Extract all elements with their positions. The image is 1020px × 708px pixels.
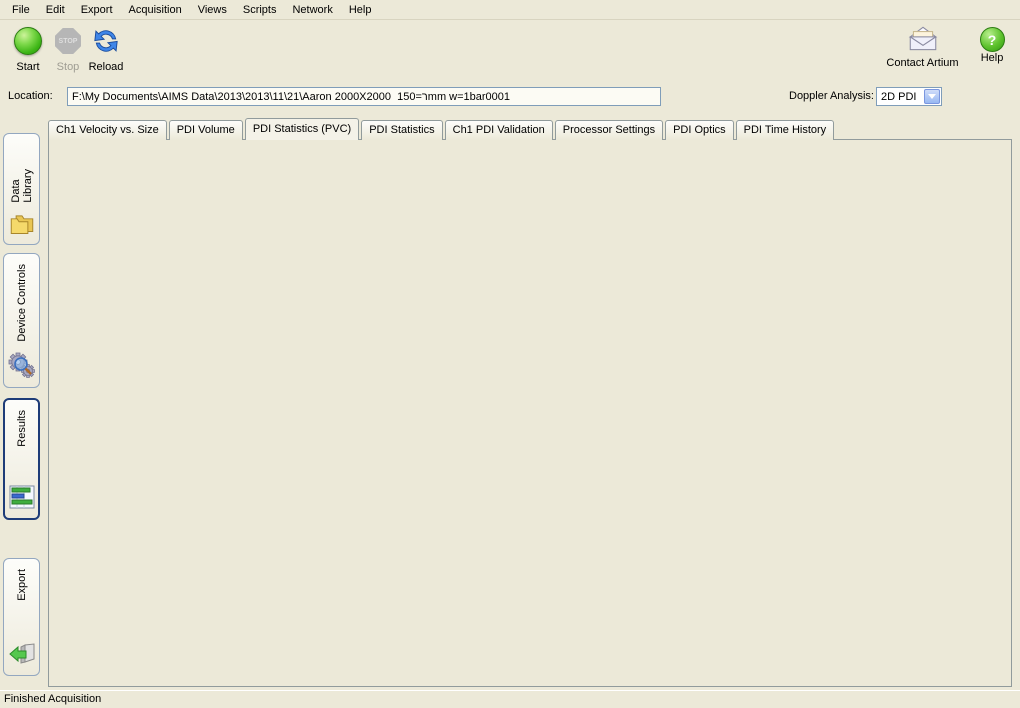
reload-icon <box>91 26 121 56</box>
status-text: Finished Acquisition <box>4 693 101 705</box>
contact-artium-label: Contact Artium <box>880 57 965 69</box>
tab-pdi-volume[interactable]: PDI Volume <box>169 120 243 140</box>
menu-item-views[interactable]: Views <box>190 1 235 19</box>
doppler-analysis-value: 2D PDI <box>877 91 923 103</box>
menu-item-acquisition[interactable]: Acquisition <box>121 1 190 19</box>
gear-magnifier-icon <box>8 351 36 379</box>
tab-pdi-statistics[interactable]: PDI Statistics <box>361 120 442 140</box>
location-bar: Location: Doppler Analysis: 2D PDI <box>0 84 1020 110</box>
help-button[interactable]: ? Help <box>972 24 1012 64</box>
sidebar-item-export[interactable]: Export <box>3 558 40 676</box>
doppler-analysis-label: Doppler Analysis: <box>789 90 874 102</box>
menu-item-export[interactable]: Export <box>73 1 121 19</box>
location-label: Location: <box>8 90 53 102</box>
location-input[interactable] <box>67 87 661 106</box>
sidebar-item-results[interactable]: Results <box>3 398 40 520</box>
help-icon: ? <box>980 27 1005 52</box>
menu-bar: FileEditExportAcquisitionViewsScriptsNet… <box>0 0 1020 20</box>
menu-item-network[interactable]: Network <box>284 1 340 19</box>
sidebar-item-device-controls[interactable]: Device Controls <box>3 253 40 388</box>
tab-ch1-pdi-validation[interactable]: Ch1 PDI Validation <box>445 120 553 140</box>
folder-icon <box>8 211 36 236</box>
toolbar: Start STOP Stop Reload Contact Artium ? … <box>0 20 1020 82</box>
export-arrow-icon <box>8 641 36 667</box>
envelope-icon <box>906 24 940 54</box>
reload-button[interactable]: Reload <box>78 24 134 73</box>
sidebar-item-data-library[interactable]: Data Library <box>3 133 40 245</box>
help-label: Help <box>972 52 1012 64</box>
menu-item-file[interactable]: File <box>4 1 38 19</box>
doppler-analysis-select[interactable]: 2D PDI <box>876 87 942 106</box>
tab-processor-settings[interactable]: Processor Settings <box>555 120 663 140</box>
contact-artium-button[interactable]: Contact Artium <box>880 24 965 69</box>
tab-page <box>48 139 1012 687</box>
results-chart-icon <box>8 484 36 510</box>
tab-pdi-time-history[interactable]: PDI Time History <box>736 120 835 140</box>
reload-label: Reload <box>78 61 134 73</box>
tab-strip: Ch1 Velocity vs. SizePDI VolumePDI Stati… <box>48 118 836 140</box>
menu-item-edit[interactable]: Edit <box>38 1 73 19</box>
tab-ch1-velocity-vs-size[interactable]: Ch1 Velocity vs. Size <box>48 120 167 140</box>
menu-item-scripts[interactable]: Scripts <box>235 1 285 19</box>
tab-pdi-optics[interactable]: PDI Optics <box>665 120 734 140</box>
tab-pdi-statistics-pvc[interactable]: PDI Statistics (PVC) <box>245 118 359 140</box>
chevron-down-icon <box>924 89 940 104</box>
status-bar: Finished Acquisition <box>0 690 1020 708</box>
start-icon <box>14 27 42 55</box>
menu-item-help[interactable]: Help <box>341 1 380 19</box>
